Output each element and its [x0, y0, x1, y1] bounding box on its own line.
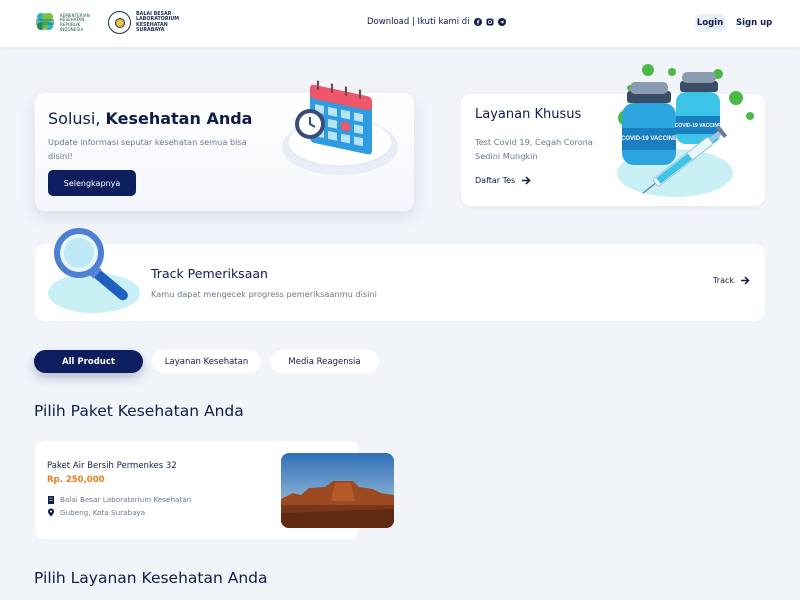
- product-card[interactable]: Paket Air Bersih Permenkes 32 Rp. 250,00…: [35, 441, 394, 539]
- tab-all-product[interactable]: All Product: [34, 350, 143, 373]
- tab-layanan-kesehatan[interactable]: Layanan Kesehatan: [152, 350, 261, 373]
- product-name: Paket Air Bersih Permenkes 32: [47, 461, 177, 471]
- building-icon: [48, 496, 54, 504]
- product-image: [281, 453, 394, 528]
- vaccine-label-1: COVID-19 VACCINE: [621, 136, 677, 142]
- top-header: KEMENTERIAN KESEHATAN REPUBLIK INDONESIA…: [0, 0, 800, 47]
- download-follow-text: Download | Ikuti kami di: [367, 17, 470, 27]
- vaccine-label-2: COVID-19 VACCINE: [675, 123, 722, 129]
- track-title: Track Pemeriksaan: [151, 266, 268, 281]
- bblk-seal-icon: [108, 11, 131, 34]
- location-pin-icon: [48, 508, 54, 517]
- section-title-paket: Pilih Paket Kesehatan Anda: [34, 402, 244, 420]
- track-link-label: Track: [713, 276, 734, 285]
- download-follow-bar: Download | Ikuti kami di: [367, 17, 506, 27]
- product-location: Gubeng, Kota Surabaya: [47, 508, 145, 517]
- calendar-illustration: [282, 80, 398, 175]
- telegram-icon[interactable]: [497, 18, 506, 26]
- hero-description: Update informasi seputar kesehatan semua…: [48, 137, 247, 161]
- product-lab-text: Balai Besar Laboratorium Kesehatan: [60, 495, 192, 504]
- section-title-layanan: Pilih Layanan Kesehatan Anda: [34, 569, 268, 587]
- instagram-icon[interactable]: [486, 18, 494, 26]
- selengkapnya-button[interactable]: Selengkapnya: [48, 170, 136, 196]
- vaccine-illustration: COVID-19 VACCINE COVID-19 VACCINE: [617, 64, 754, 197]
- magnifier-illustration: [48, 228, 140, 313]
- arrow-right-icon: [522, 176, 531, 185]
- layanan-khusus-description: Test Covid 19, Cegah Corona Sedini Mungk…: [475, 137, 593, 161]
- track-description: Kamu dapat mengecek progress pemeriksaan…: [151, 289, 377, 299]
- product-tabs: All Product Layanan Kesehatan Media Reag…: [34, 350, 379, 373]
- product-lab: Balai Besar Laboratorium Kesehatan: [47, 495, 191, 504]
- product-price: Rp. 250,000: [47, 475, 105, 485]
- tab-media-reagensia[interactable]: Media Reagensia: [270, 350, 379, 373]
- bblk-logo[interactable]: BALAI BESAR LABORATORIUM KESEHATAN SURAB…: [108, 11, 180, 34]
- hero-title-bold: Kesehatan Anda: [105, 109, 253, 128]
- hero-title: Solusi, Kesehatan Anda: [48, 109, 252, 128]
- bblk-logo-text: BALAI BESAR LABORATORIUM KESEHATAN SURAB…: [136, 11, 180, 33]
- facebook-icon[interactable]: [473, 18, 482, 26]
- hero-title-prefix: Solusi,: [48, 109, 101, 128]
- track-link[interactable]: Track: [713, 276, 750, 285]
- daftar-tes-label: Daftar Tes: [475, 176, 516, 185]
- track-pemeriksaan-card: Track Pemeriksaan Kamu dapat mengecek pr…: [35, 244, 765, 321]
- layanan-khusus-title: Layanan Khusus: [475, 107, 582, 122]
- arrow-right-icon: [741, 276, 750, 285]
- signup-button[interactable]: Sign up: [736, 14, 772, 32]
- login-button[interactable]: Login: [695, 14, 725, 32]
- kemenkes-logo[interactable]: KEMENTERIAN KESEHATAN REPUBLIK INDONESIA: [33, 10, 96, 36]
- kemenkes-logo-text: KEMENTERIAN KESEHATAN REPUBLIK INDONESIA: [60, 12, 90, 32]
- daftar-tes-link[interactable]: Daftar Tes: [475, 176, 531, 185]
- kemenkes-mark-icon: [36, 13, 54, 30]
- product-location-text: Gubeng, Kota Surabaya: [60, 508, 146, 517]
